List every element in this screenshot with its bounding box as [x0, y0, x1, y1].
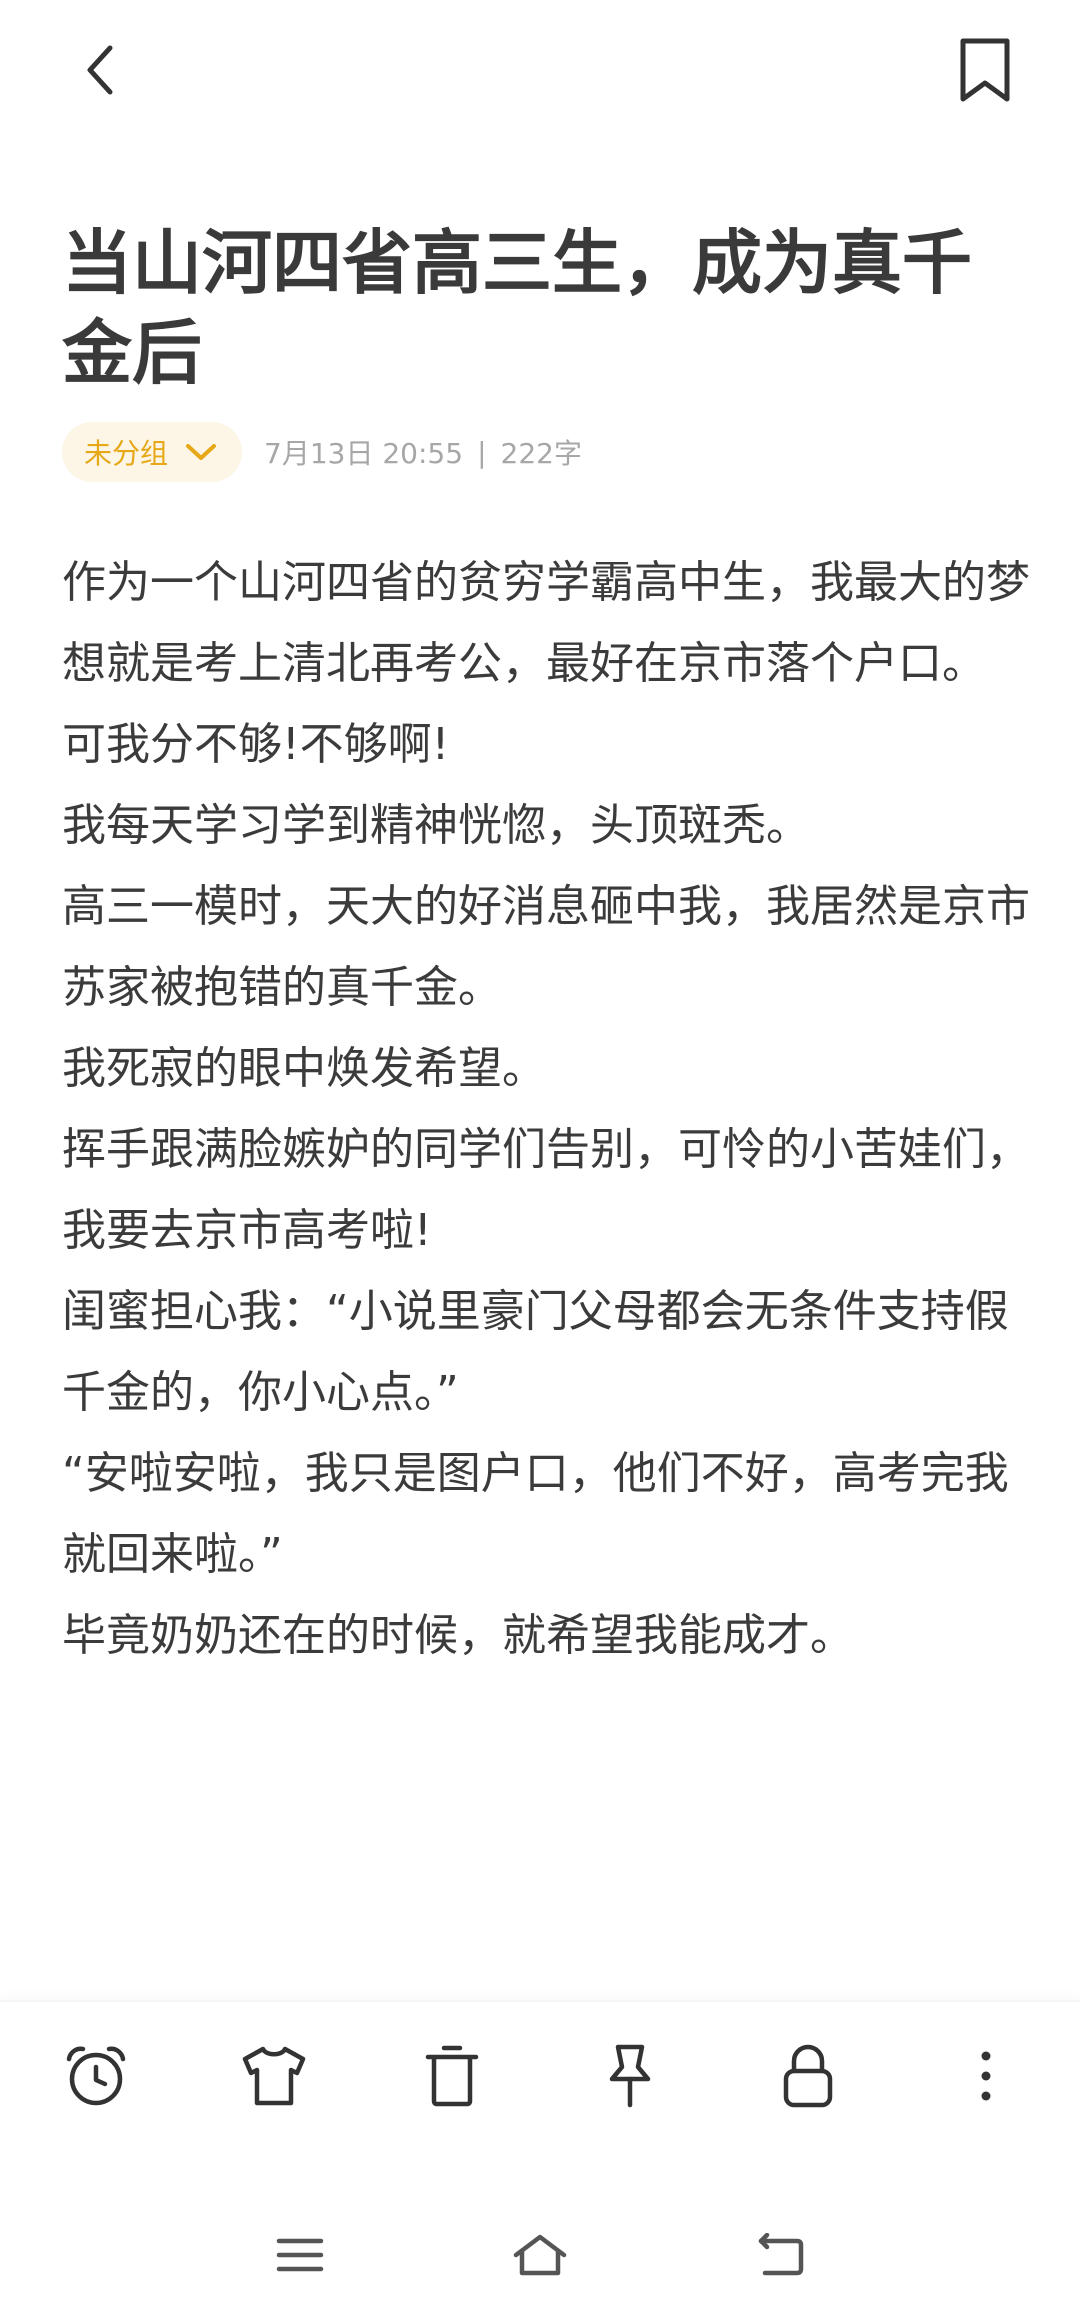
paragraph: 我每天学习学到精神恍惚，头顶斑秃。: [62, 800, 810, 851]
meta-separator: |: [477, 435, 487, 469]
bottom-toolbar: [0, 2000, 1080, 2142]
note-meta: 未分组 7月13日 20:55 | 222字: [62, 422, 582, 482]
nav-back-button[interactable]: [735, 2220, 825, 2290]
trash-icon: [425, 2045, 479, 2107]
paragraph: 可我分不够!不够啊!: [62, 719, 450, 770]
nav-menu-button[interactable]: [255, 2220, 345, 2290]
more-vertical-icon: [981, 2051, 991, 2101]
note-date: 7月13日 20:55: [264, 437, 464, 470]
bookmark-button[interactable]: [945, 30, 1025, 110]
paragraph: 作为一个山河四省的贫穷学霸高中生，我最大的梦想就是考上清北再考公，最好在京市落个…: [62, 557, 1030, 689]
home-icon: [513, 2234, 567, 2276]
word-count: 222字: [500, 437, 582, 470]
more-button[interactable]: [946, 2036, 1026, 2116]
bookmark-icon: [960, 38, 1010, 102]
group-selector[interactable]: 未分组: [62, 422, 243, 482]
note-body[interactable]: 作为一个山河四省的贫穷学霸高中生，我最大的梦想就是考上清北再考公，最好在京市落个…: [62, 542, 1032, 1676]
paragraph: 毕竟奶奶还在的时候，就希望我能成才。: [62, 1610, 854, 1661]
back-button[interactable]: [60, 30, 140, 110]
chevron-left-icon: [87, 45, 113, 95]
system-nav-bar: [0, 2200, 1080, 2314]
reminder-button[interactable]: [56, 2036, 136, 2116]
menu-icon: [276, 2238, 324, 2272]
pin-button[interactable]: [590, 2036, 670, 2116]
lock-icon: [783, 2044, 833, 2108]
paragraph: 挥手跟满脸嫉妒的同学们告别，可怜的小苦娃们，我要去京市高考啦!: [62, 1124, 1030, 1256]
group-label: 未分组: [84, 437, 169, 470]
note-title[interactable]: 当山河四省高三生，成为真千金后: [62, 218, 1022, 398]
alarm-clock-icon: [66, 2046, 126, 2106]
theme-button[interactable]: [234, 2036, 314, 2116]
tshirt-icon: [242, 2046, 306, 2106]
chevron-down-icon: [184, 441, 218, 463]
delete-button[interactable]: [412, 2036, 492, 2116]
paragraph: 高三一模时，天大的好消息砸中我，我居然是京市苏家被抱错的真千金。: [62, 881, 1030, 1013]
lock-button[interactable]: [768, 2036, 848, 2116]
top-bar: [0, 0, 1080, 150]
nav-home-button[interactable]: [495, 2220, 585, 2290]
pin-icon: [609, 2044, 651, 2108]
paragraph: 闺蜜担心我：“小说里豪门父母都会无条件支持假千金的，你小心点。”: [62, 1286, 1009, 1418]
paragraph: 我死寂的眼中焕发希望。: [62, 1043, 546, 1094]
paragraph: “安啦安啦，我只是图户口，他们不好，高考完我就回来啦。”: [62, 1448, 1009, 1580]
back-icon: [758, 2233, 804, 2276]
